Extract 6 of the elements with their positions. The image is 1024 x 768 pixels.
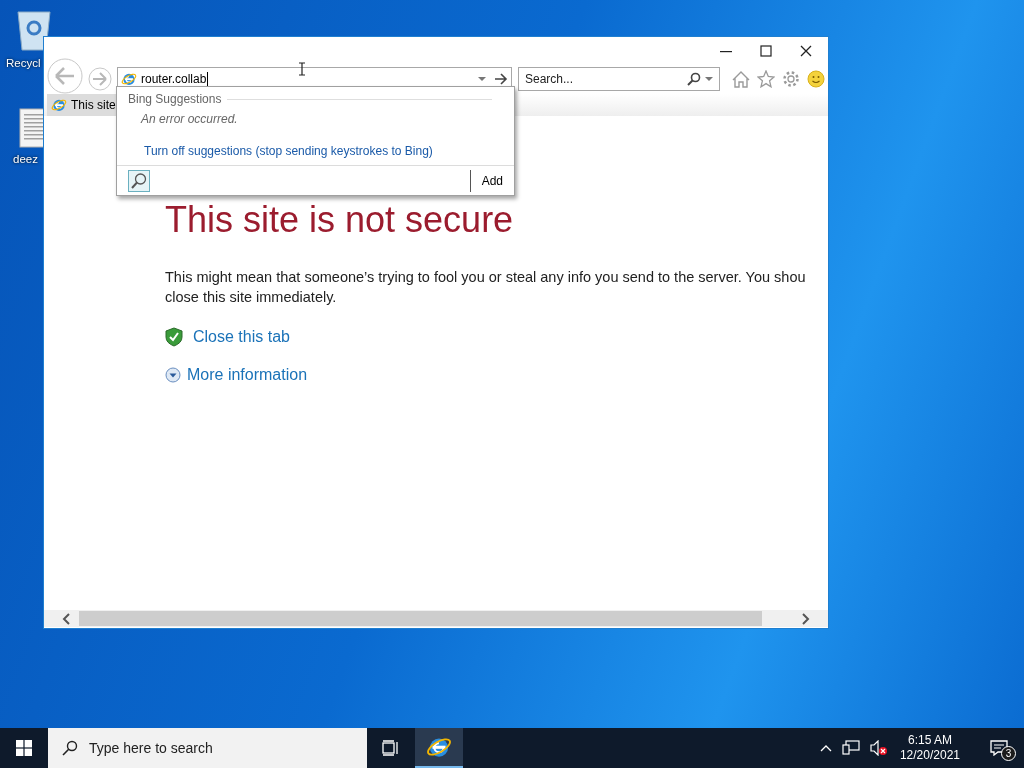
search-placeholder: Search... [525,71,575,88]
suggestions-heading: Bing Suggestions [128,91,222,108]
warning-heading: This site is not secure [165,200,515,240]
notification-count: 3 [1001,746,1016,761]
error-message: An error occurred. [139,111,239,128]
warning-paragraph: This might mean that someone’s trying to fool you or steal any info you send to the server. You shou close this site immediately. [165,268,807,307]
